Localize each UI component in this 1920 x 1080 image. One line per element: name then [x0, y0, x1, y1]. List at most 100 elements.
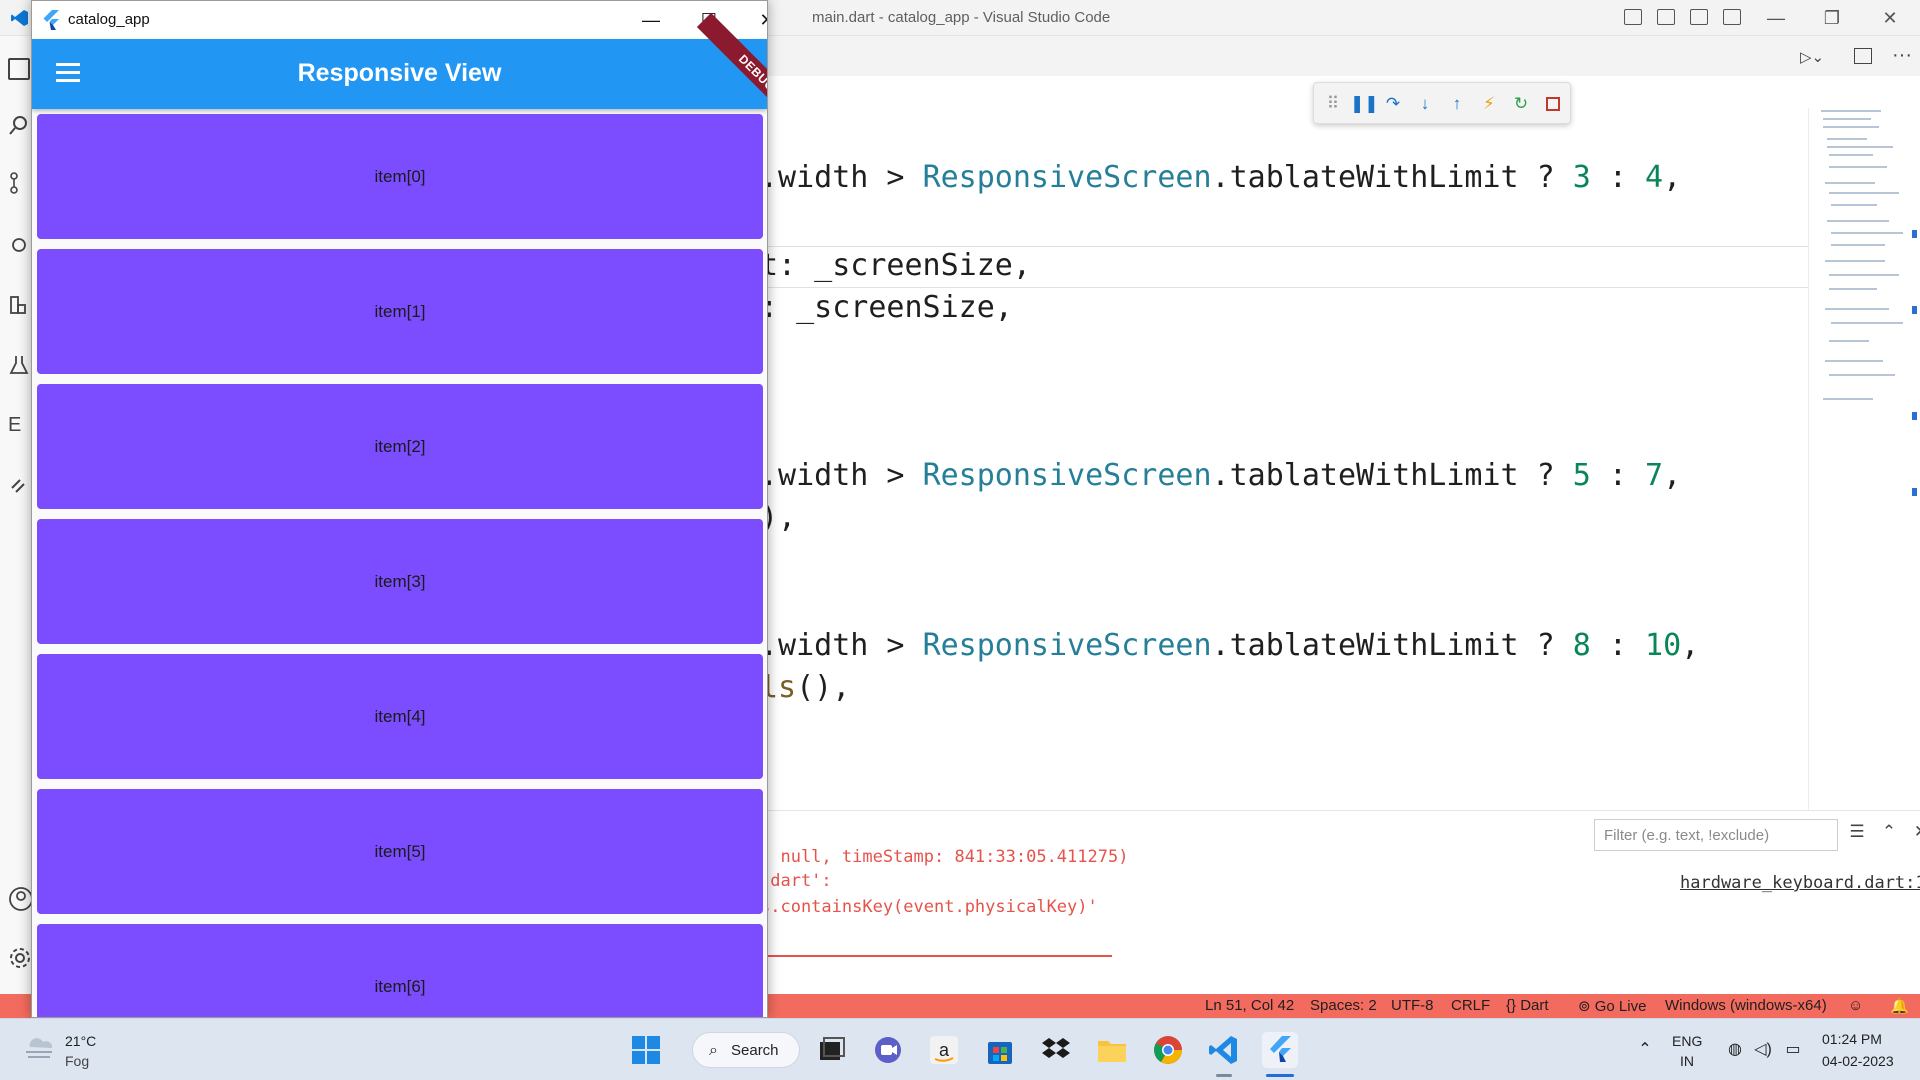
split-editor-icon[interactable] — [1854, 48, 1872, 64]
activity-bar: E — [0, 36, 33, 994]
toggle-primary-sidebar-icon[interactable] — [1624, 9, 1642, 25]
source-control-icon[interactable] — [8, 172, 30, 194]
close-panel-icon[interactable]: ✕ — [1912, 823, 1920, 841]
weather-condition[interactable]: Fog — [65, 1053, 89, 1069]
hot-reload-icon[interactable]: ⚡ — [1478, 93, 1500, 115]
list-item[interactable]: item[5] — [37, 789, 763, 914]
code-line: .width > ResponsiveScreen.tablateWithLim… — [760, 628, 1700, 663]
output-source-link[interactable]: hardware_keyboard.dart:1 — [1680, 873, 1920, 893]
code-line: .width > ResponsiveScreen.tablateWithLim… — [760, 160, 1682, 195]
notifications-icon[interactable]: 🔔 — [1890, 997, 1909, 1015]
flutter-active-indicator — [1266, 1074, 1294, 1077]
indentation[interactable]: Spaces: 2 — [1310, 997, 1377, 1014]
start-icon[interactable] — [628, 1032, 664, 1068]
list-item[interactable]: item[0] — [37, 114, 763, 239]
list-item[interactable]: item[6] — [37, 924, 763, 1017]
code-line: t: _screenSize, — [760, 248, 1031, 283]
stop-icon[interactable] — [1542, 93, 1564, 115]
minimap[interactable] — [1808, 108, 1904, 810]
app-minimize-button[interactable]: — — [638, 7, 664, 33]
dropbox-icon[interactable] — [1038, 1032, 1074, 1068]
device-selector[interactable]: Windows (windows-x64) — [1665, 997, 1827, 1014]
app-window-title: catalog_app — [68, 11, 150, 28]
encoding[interactable]: UTF-8 — [1391, 997, 1434, 1014]
code-line: ls(), — [760, 670, 851, 705]
microsoft-store-icon[interactable] — [982, 1032, 1018, 1068]
vscode-minimize-button[interactable]: — — [1764, 6, 1788, 30]
list-item[interactable]: item[4] — [37, 654, 763, 779]
vscode-active-indicator — [1216, 1074, 1232, 1077]
fog-weather-icon[interactable] — [22, 1033, 56, 1061]
hot-restart-icon[interactable]: ↻ — [1510, 93, 1532, 115]
vscode-restore-button[interactable]: ❐ — [1820, 6, 1844, 30]
list-item[interactable]: item[3] — [37, 519, 763, 644]
customize-layout-icon[interactable] — [1723, 9, 1741, 25]
manage-gear-icon[interactable] — [8, 946, 30, 968]
cursor-position[interactable]: Ln 51, Col 42 — [1205, 997, 1294, 1014]
app-bar: Responsive View — [32, 39, 767, 109]
app-close-button[interactable]: ✕ — [754, 7, 767, 33]
vscode-logo-icon — [11, 10, 28, 26]
word-wrap-icon[interactable]: ☰ — [1848, 823, 1866, 841]
testing-icon[interactable] — [8, 354, 30, 376]
search-icon[interactable] — [8, 114, 30, 136]
vscode-icon[interactable] — [1206, 1032, 1242, 1068]
item-list[interactable]: item[0] item[1] item[2] item[3] item[4] … — [32, 109, 767, 1017]
battery-icon[interactable]: ▭ — [1782, 1039, 1804, 1061]
file-explorer-icon[interactable] — [1094, 1032, 1130, 1068]
extensions-icon[interactable] — [8, 294, 30, 316]
maximize-panel-icon[interactable]: ⌃ — [1880, 823, 1898, 841]
code-line: : _screenSize, — [760, 290, 1013, 325]
input-language[interactable]: ENG — [1672, 1033, 1702, 1049]
app-titlebar: catalog_app — ☐ ✕ — [32, 1, 767, 39]
flutter-logo-icon — [43, 10, 59, 30]
accounts-icon[interactable] — [8, 886, 33, 911]
svg-text:a: a — [939, 1040, 950, 1060]
catalog-app-window: catalog_app — ☐ ✕ Responsive View DEBUG … — [31, 0, 768, 1018]
task-view-icon[interactable] — [814, 1032, 850, 1068]
language-mode[interactable]: {} Dart — [1506, 997, 1549, 1014]
explorer-icon[interactable] — [8, 58, 30, 80]
teams-chat-icon[interactable] — [870, 1032, 906, 1068]
search-icon: ⌕ — [709, 1042, 718, 1059]
windows-taskbar: 21°C Fog ⌕ Search a ⌃ ENG IN ◍ ◁) ▭ 01:2… — [0, 1018, 1920, 1080]
taskbar-search-button[interactable]: ⌕ Search — [692, 1032, 800, 1068]
weather-temperature[interactable]: 21°C — [65, 1033, 96, 1049]
code-line: .width > ResponsiveScreen.tablateWithLim… — [760, 458, 1682, 493]
toggle-panel-icon[interactable] — [1657, 9, 1675, 25]
toggle-secondary-sidebar-icon[interactable] — [1690, 9, 1708, 25]
network-globe-icon[interactable]: ◍ — [1724, 1039, 1746, 1061]
clock-date[interactable]: 04-02-2023 — [1822, 1053, 1894, 1069]
vscode-close-button[interactable]: ✕ — [1878, 6, 1902, 30]
list-item[interactable]: item[2] — [37, 384, 763, 509]
flutter-icon[interactable] — [1262, 1032, 1298, 1068]
search-label: Search — [731, 1042, 779, 1059]
error-separator — [760, 955, 1112, 957]
input-region[interactable]: IN — [1680, 1053, 1694, 1069]
step-into-icon[interactable]: ↓ — [1414, 93, 1436, 115]
go-live-button[interactable]: ⊚ Go Live — [1578, 997, 1646, 1015]
clock-time[interactable]: 01:24 PM — [1822, 1031, 1882, 1047]
panel-filter-input[interactable]: Filter (e.g. text, !exclude) — [1594, 819, 1838, 851]
list-item[interactable]: item[1] — [37, 249, 763, 374]
vscode-window-title: main.dart - catalog_app - Visual Studio … — [812, 9, 1111, 26]
show-hidden-icons-icon[interactable]: ⌃ — [1634, 1039, 1656, 1061]
remote-explorer-icon[interactable]: E — [8, 414, 30, 436]
amazon-icon[interactable]: a — [926, 1032, 962, 1068]
run-dropdown-icon[interactable]: ▷⌄ — [1800, 48, 1824, 66]
step-out-icon[interactable]: ↑ — [1446, 93, 1468, 115]
output-line: .dart': — [760, 871, 832, 891]
step-over-icon[interactable]: ↷ — [1382, 93, 1404, 115]
braces-icon: {} — [1506, 997, 1521, 1014]
more-actions-icon[interactable]: ··· — [1892, 44, 1912, 67]
feedback-icon[interactable]: ☺ — [1848, 997, 1863, 1014]
run-debug-icon[interactable] — [8, 232, 30, 254]
pause-icon[interactable]: ❚❚ — [1350, 93, 1379, 115]
chrome-icon[interactable] — [1150, 1032, 1186, 1068]
drag-handle-icon[interactable]: ⠿ — [1322, 93, 1344, 115]
output-line: null, timeStamp: 841:33:05.411275) — [760, 847, 1129, 867]
flutter-outline-icon[interactable] — [8, 474, 30, 496]
end-of-line[interactable]: CRLF — [1451, 997, 1490, 1014]
volume-icon[interactable]: ◁) — [1752, 1039, 1774, 1061]
app-bar-title: Responsive View — [297, 59, 502, 87]
